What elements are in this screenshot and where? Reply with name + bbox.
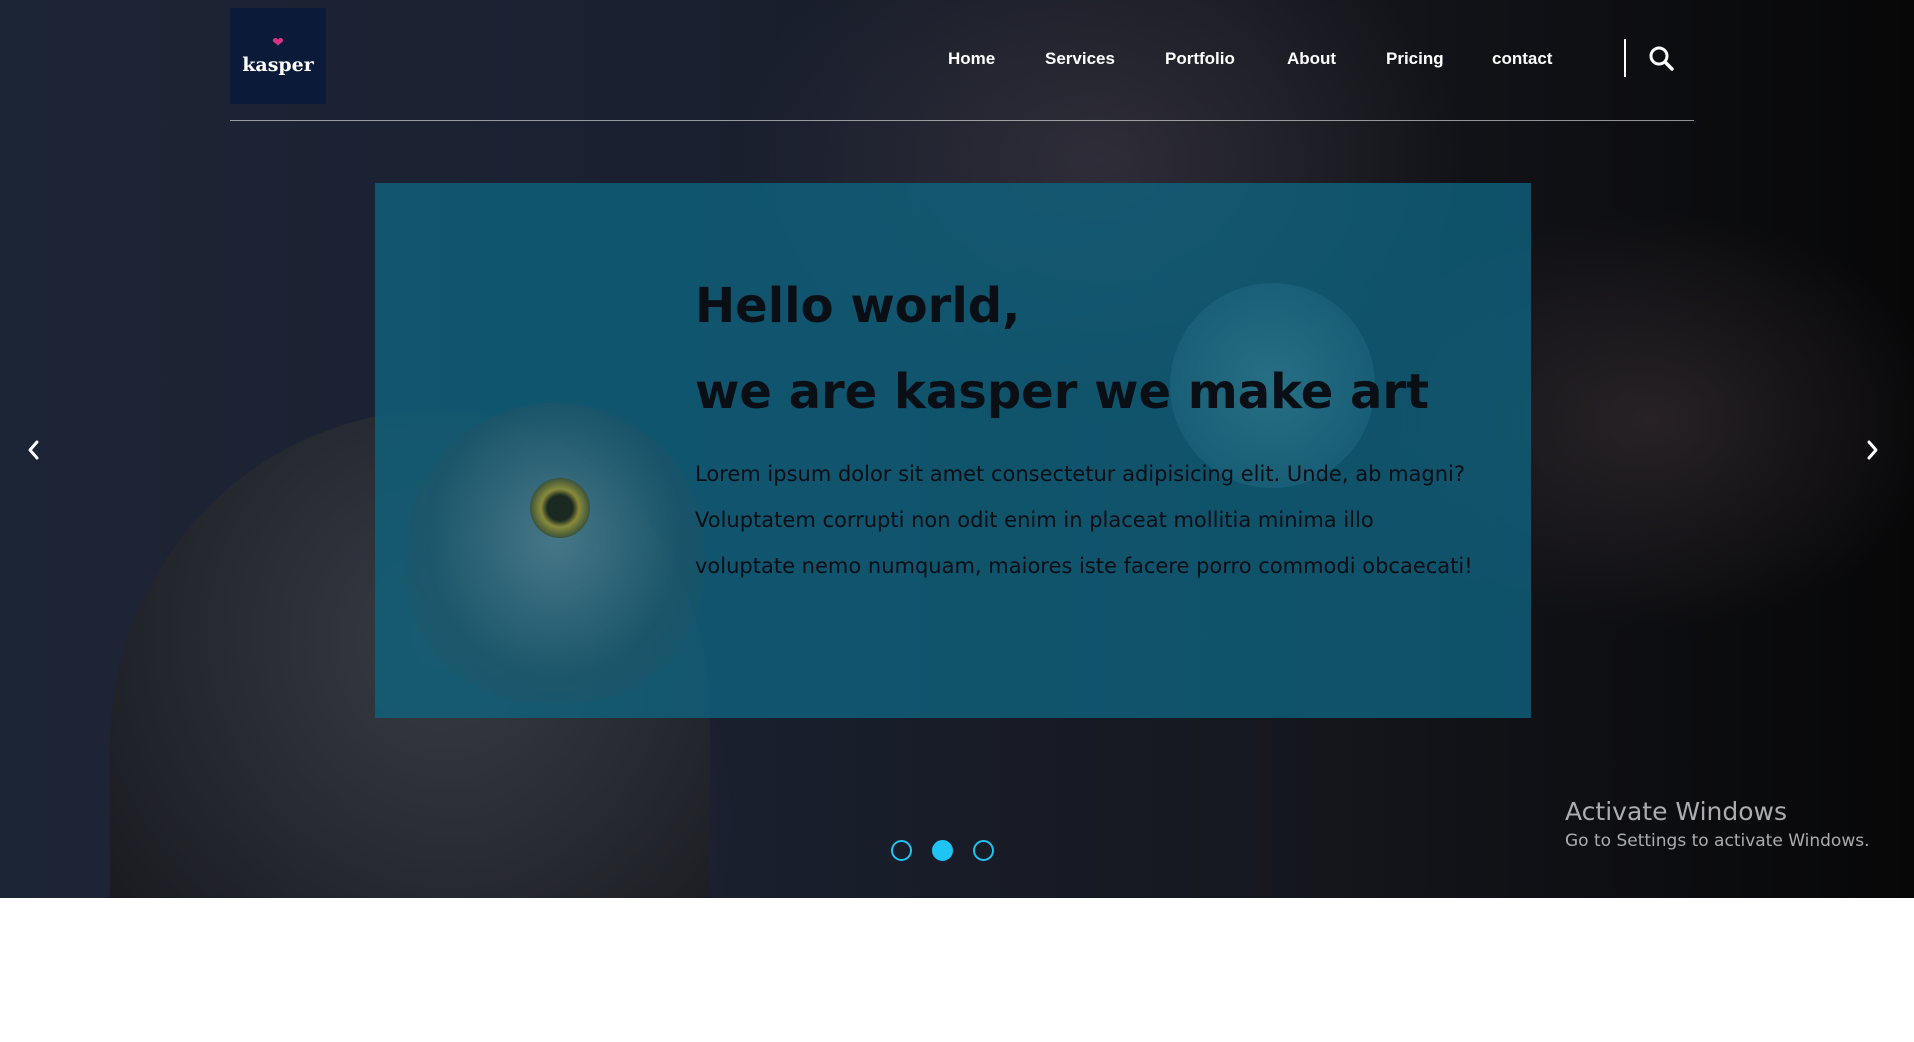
chevron-right-icon[interactable] <box>1860 436 1884 464</box>
nav-link-contact[interactable]: contact <box>1492 8 1552 110</box>
nav-link-services[interactable]: Services <box>1045 8 1115 110</box>
activate-windows-watermark: Activate Windows Go to Settings to activ… <box>1565 796 1870 854</box>
watermark-title: Activate Windows <box>1565 797 1787 826</box>
chevron-left-icon[interactable] <box>22 436 46 464</box>
main-nav: Home Services Portfolio About Pricing co… <box>230 8 1694 104</box>
hero-section: ❤ kasper Home Services Portfolio About P… <box>0 0 1914 898</box>
search-icon[interactable] <box>1648 45 1674 71</box>
slider-dot-2[interactable] <box>932 840 953 861</box>
owl-face-decoration <box>405 403 705 703</box>
slide-overlay: Hello world, we are kasper we make art L… <box>375 183 1531 718</box>
site-header: ❤ kasper Home Services Portfolio About P… <box>230 8 1694 121</box>
slide-title: Hello world, we are kasper we make art <box>695 263 1475 435</box>
nav-link-portfolio[interactable]: Portfolio <box>1165 8 1235 110</box>
slider-dot-3[interactable] <box>973 840 994 861</box>
slide-content: Hello world, we are kasper we make art L… <box>695 263 1475 589</box>
owl-eye-decoration <box>530 478 590 538</box>
nav-link-home[interactable]: Home <box>948 8 995 110</box>
nav-link-about[interactable]: About <box>1287 8 1336 110</box>
slider-dot-1[interactable] <box>891 840 912 861</box>
nav-link-pricing[interactable]: Pricing <box>1386 8 1444 110</box>
slide-title-line-1: Hello world, <box>695 278 1021 334</box>
slide-text: Lorem ipsum dolor sit amet consectetur a… <box>695 462 1473 578</box>
watermark-subtitle: Go to Settings to activate Windows. <box>1565 831 1870 851</box>
nav-divider <box>1624 39 1626 77</box>
slide-title-line-2: we are kasper we make art <box>695 364 1430 420</box>
